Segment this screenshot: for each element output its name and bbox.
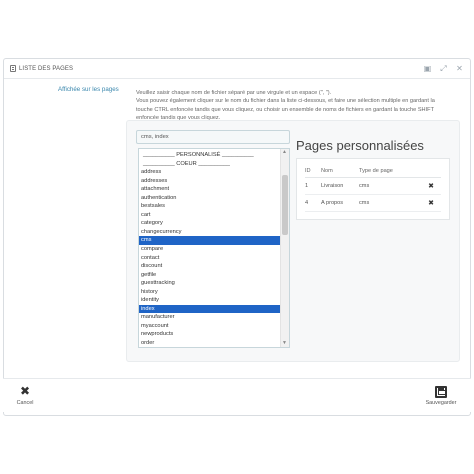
list-option[interactable]: category <box>139 219 281 228</box>
table-header-row: ID Nom Type de page <box>305 165 441 178</box>
list-option[interactable]: history <box>139 288 281 297</box>
list-option[interactable]: discount <box>139 262 281 271</box>
row-delete: ✖ <box>421 194 441 212</box>
table-row: 1 Livraison cms ✖ <box>305 177 441 195</box>
pages-input[interactable]: cms, index <box>136 130 290 144</box>
help-line: Veuillez saisir chaque nom de fichier sé… <box>136 90 332 96</box>
help-line: touche CTRL enfoncée tandis que vous cli… <box>136 106 434 113</box>
list-option[interactable]: myaccount <box>139 322 281 331</box>
delete-icon[interactable]: ✖ <box>428 199 434 207</box>
row-delete: ✖ <box>421 177 441 195</box>
save-label: Sauvegarder <box>425 400 457 406</box>
list-option[interactable]: addresses <box>139 177 281 186</box>
list-option[interactable]: order <box>139 339 281 347</box>
scroll-up-icon[interactable]: ▲ <box>280 149 289 156</box>
list-option[interactable]: guesttracking <box>139 279 281 288</box>
close-icon[interactable]: ✕ <box>455 64 464 73</box>
row-type: cms <box>359 194 421 212</box>
listbox-options: __________ PERSONNALISÉ __________ ______… <box>139 151 281 347</box>
row-id: 1 <box>305 177 321 195</box>
list-option[interactable]: __________ COEUR __________ <box>139 160 281 169</box>
scroll-thumb[interactable] <box>282 175 288 235</box>
list-option[interactable]: authentication <box>139 194 281 203</box>
list-option[interactable]: manufacturer <box>139 313 281 322</box>
custom-pages-table-box: ID Nom Type de page 1 Livraison cms ✖ 4 … <box>296 158 450 220</box>
list-option[interactable]: getfile <box>139 271 281 280</box>
col-actions <box>421 165 441 178</box>
cancel-button[interactable]: ✖ Cancel <box>11 385 39 411</box>
col-nom: Nom <box>321 165 359 178</box>
list-option[interactable]: __________ PERSONNALISÉ __________ <box>139 151 281 160</box>
expand-icon[interactable]: ⤢ <box>439 64 448 73</box>
displayed-on-pages-label: Affichée sur les pages <box>58 86 119 93</box>
list-option[interactable]: identity <box>139 296 281 305</box>
help-text: Veuillez saisir chaque nom de fichier sé… <box>136 89 464 123</box>
list-option[interactable]: attachment <box>139 185 281 194</box>
list-option[interactable]: compare <box>139 245 281 254</box>
col-type: Type de page <box>359 165 421 178</box>
close-icon: ✖ <box>19 384 31 398</box>
list-icon <box>10 65 16 72</box>
row-type: cms <box>359 177 421 195</box>
custom-pages-table: ID Nom Type de page 1 Livraison cms ✖ 4 … <box>305 165 441 212</box>
floppy-disk-icon <box>435 386 447 398</box>
save-icon[interactable]: ▣ <box>423 64 432 73</box>
pages-listbox[interactable]: __________ PERSONNALISÉ __________ ______… <box>138 148 290 348</box>
custom-pages-title: Pages personnalisées <box>296 138 424 153</box>
panel-footer: ✖ Cancel Sauvegarder <box>3 378 471 412</box>
list-option[interactable]: changecurrency <box>139 228 281 237</box>
row-nom: A propos <box>321 194 359 212</box>
panel-tools: ▣ ⤢ ✕ <box>423 64 464 73</box>
list-option[interactable]: address <box>139 168 281 177</box>
list-option[interactable]: cart <box>139 211 281 220</box>
list-option[interactable]: cms <box>139 236 281 246</box>
list-option[interactable]: bestsales <box>139 202 281 211</box>
cancel-label: Cancel <box>16 400 34 406</box>
list-option[interactable]: contact <box>139 254 281 263</box>
col-id: ID <box>305 165 321 178</box>
panel-title: LISTE DES PAGES <box>19 65 74 72</box>
save-button[interactable]: Sauvegarder <box>421 385 461 411</box>
list-option[interactable]: newproducts <box>139 330 281 339</box>
delete-icon[interactable]: ✖ <box>428 182 434 190</box>
scroll-down-icon[interactable]: ▼ <box>280 340 289 347</box>
panel-header: LISTE DES PAGES ▣ ⤢ ✕ <box>4 59 470 79</box>
help-line: Vous pouvez également cliquer sur le nom… <box>136 98 435 105</box>
row-id: 4 <box>305 194 321 212</box>
row-nom: Livraison <box>321 177 359 195</box>
list-option[interactable]: index <box>139 304 281 314</box>
listbox-scrollbar[interactable]: ▲ ▼ <box>280 149 289 347</box>
table-row: 4 A propos cms ✖ <box>305 194 441 212</box>
